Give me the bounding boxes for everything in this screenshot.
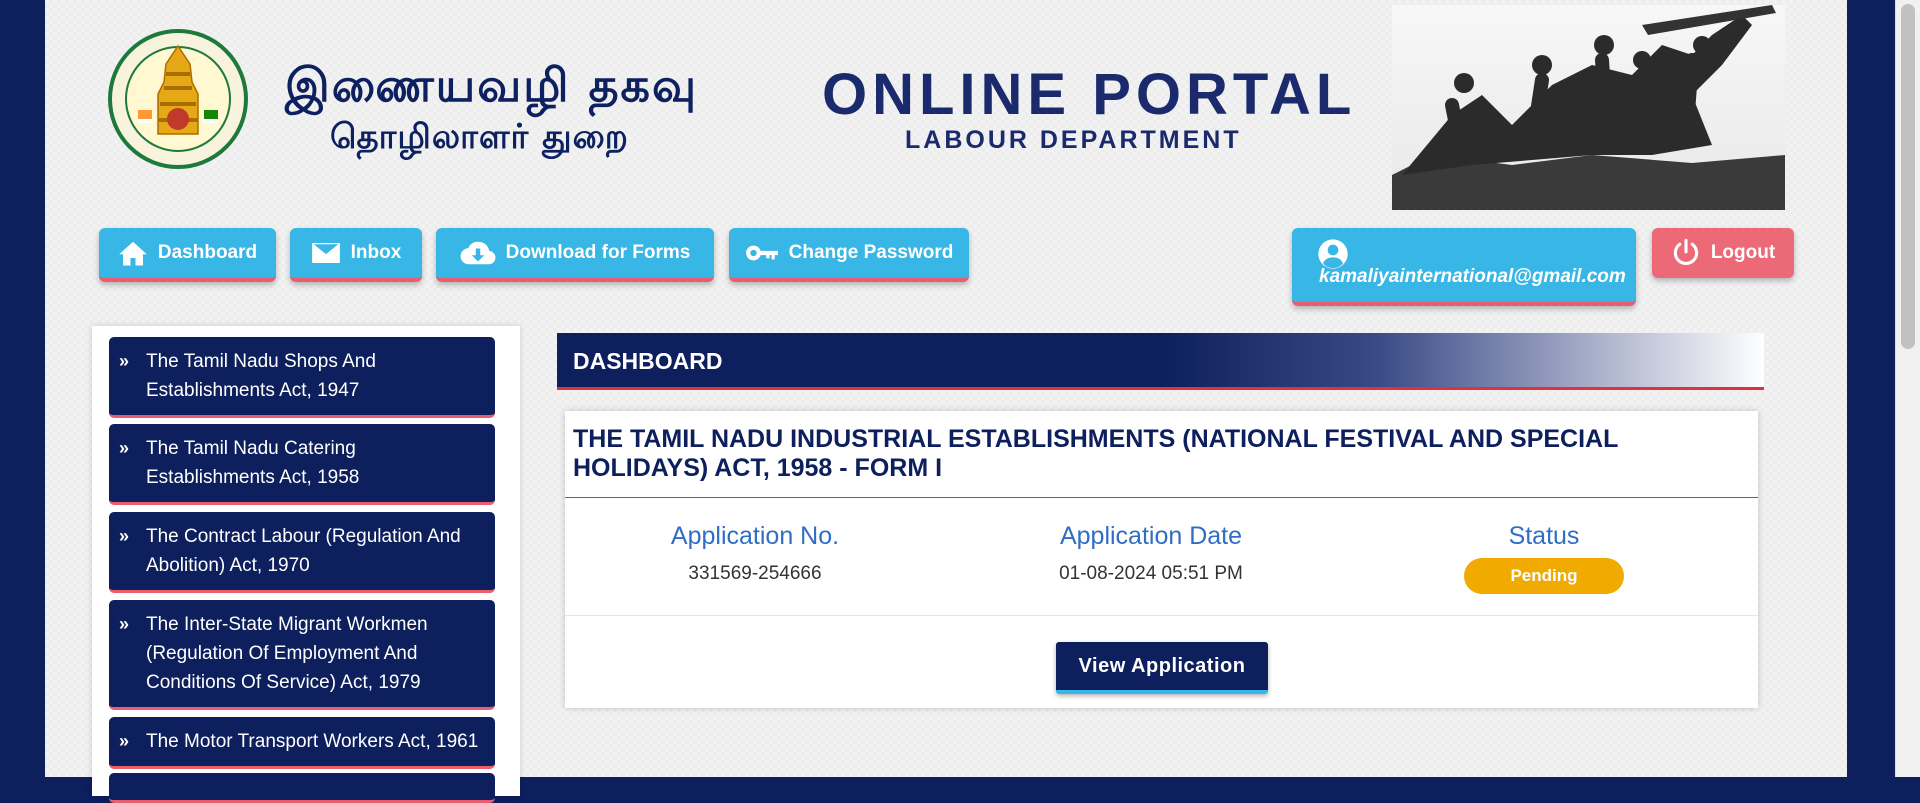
download-forms-label: Download for Forms [505,242,691,263]
user-profile-box[interactable]: kamaliyainternational@gmail.com [1292,228,1636,306]
scrollbar-thumb[interactable] [1901,4,1915,349]
sidebar-item-shops-establishments-act[interactable]: » The Tamil Nadu Shops And Establishment… [109,337,495,418]
application-date-column: Application Date 01-08-2024 05:51 PM [961,521,1341,585]
status-label: Status [1508,522,1580,550]
inbox-button[interactable]: Inbox [290,228,422,282]
divider [565,615,1758,616]
application-number-label: Application No. [670,522,840,550]
application-form-title: THE TAMIL NADU INDUSTRIAL ESTABLISHMENTS… [573,425,1618,482]
tamil-subtitle: தொழிலாளர் துறை [330,117,629,157]
dashboard-section-header: DASHBOARD [557,333,1764,390]
change-password-button[interactable]: Change Password [729,228,969,282]
application-number-value: 331569-254666 [688,563,822,584]
sidebar-item-inter-state-migrant-act[interactable]: » The Inter-State Migrant Workmen (Regul… [109,600,495,710]
portal-title: ONLINE PORTAL [822,62,1357,127]
sidebar-item-label: The Motor Transport Workers Act, 1961 [146,731,479,752]
mail-icon [311,243,340,263]
application-number-column: Application No. 331569-254666 [565,521,945,585]
inbox-label: Inbox [350,242,402,263]
sidebar-item-label: The Contract Labour (Regulation And Abol… [146,526,461,576]
view-application-button[interactable]: View Application [1056,642,1268,694]
power-icon [1673,238,1698,266]
sidebar: » The Tamil Nadu Shops And Establishment… [92,326,520,803]
change-password-label: Change Password [788,242,954,263]
application-date-label: Application Date [1059,522,1243,550]
tamil-nadu-emblem-icon [108,29,248,169]
status-badge: Pending [1464,558,1624,594]
sidebar-item-catering-establishments-act[interactable]: » The Tamil Nadu Catering Establishments… [109,424,495,505]
logout-button[interactable]: Logout [1652,228,1794,278]
double-chevron-right-icon: » [119,731,130,751]
sidebar-item-contract-labour-act[interactable]: » The Contract Labour (Regulation And Ab… [109,512,495,593]
double-chevron-right-icon: » [119,438,130,458]
logout-label: Logout [1710,242,1776,263]
dashboard-label: Dashboard [157,242,258,263]
application-card: THE TAMIL NADU INDUSTRIAL ESTABLISHMENTS… [565,411,1758,708]
application-date-value: 01-08-2024 05:51 PM [1059,563,1243,584]
key-icon [745,245,778,261]
sidebar-item-motor-transport-workers-act[interactable]: » The Motor Transport Workers Act, 1961 [109,717,495,769]
user-email: kamaliyainternational@gmail.com [1319,266,1626,287]
vertical-scrollbar[interactable] [1895,0,1920,777]
double-chevron-right-icon: » [119,614,130,634]
labour-statue-image [1392,5,1785,210]
double-chevron-right-icon: » [119,526,130,546]
sidebar-item-partial[interactable] [109,773,495,803]
dashboard-button[interactable]: Dashboard [99,228,276,282]
divider [565,497,1758,498]
download-forms-button[interactable]: Download for Forms [436,228,714,282]
status-column: Status Pending [1354,521,1734,594]
sidebar-item-label: The Tamil Nadu Catering Establishments A… [146,438,360,488]
sidebar-item-label: The Tamil Nadu Shops And Establishments … [146,351,376,401]
portal-subtitle: LABOUR DEPARTMENT [905,126,1242,154]
cloud-download-icon [460,241,496,265]
tamil-title: இணையவழி தகவு [285,58,698,112]
double-chevron-right-icon: » [119,351,130,371]
home-icon [119,241,147,266]
sidebar-item-label: The Inter-State Migrant Workmen (Regulat… [146,614,428,693]
